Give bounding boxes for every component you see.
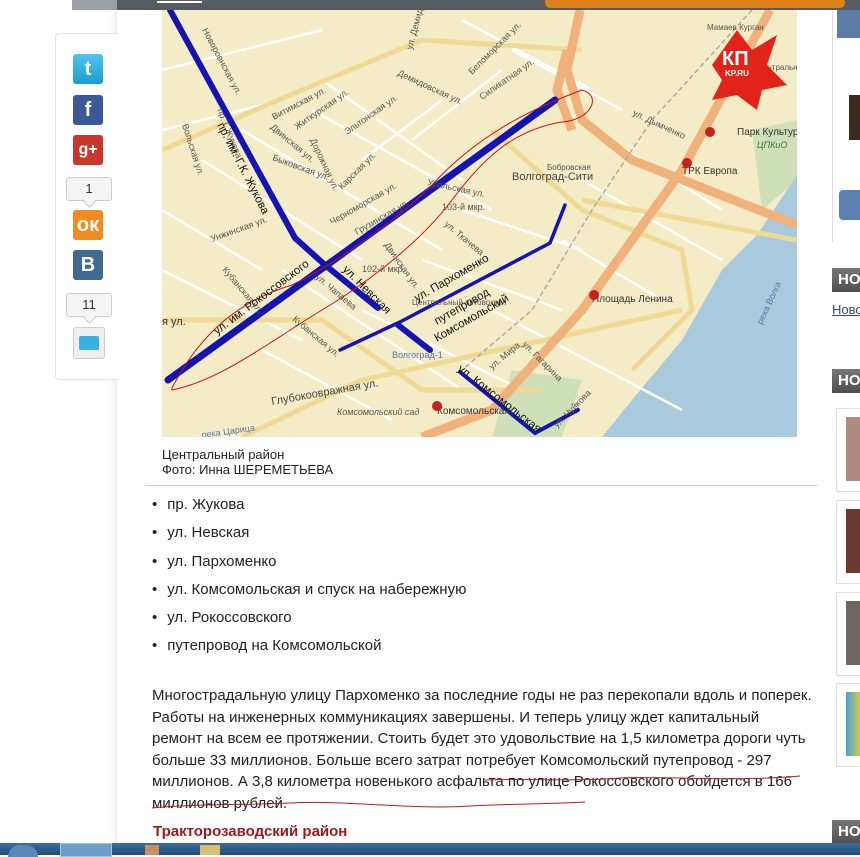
- nav-active-link[interactable]: [157, 1, 202, 3]
- map-label: Волгоград-1: [392, 350, 443, 360]
- facebook-icon[interactable]: f: [73, 95, 103, 125]
- map-label: Волгоград-Сити: [512, 171, 593, 183]
- comments-count: 11: [66, 293, 112, 317]
- sidebar-header: НО: [832, 268, 860, 292]
- start-button[interactable]: [8, 845, 38, 857]
- map-label: Площадь Ленина: [592, 294, 673, 305]
- map-label: Мамаев Курган: [707, 23, 764, 32]
- list-item: ул. Комсомольская и спуск на набережную: [152, 580, 466, 608]
- taskbar-app-icon[interactable]: [145, 845, 159, 855]
- caption-photo-credit: Фото: Инна ШЕРЕМЕТЬЕВА: [162, 462, 334, 477]
- list-item: ул. Невская: [152, 523, 466, 551]
- district-map: Новоровнская ул. пр. Г.Жукова Витимская …: [162, 10, 797, 437]
- sidebar-photo[interactable]: [849, 95, 860, 140]
- nav-orange-button[interactable]: [545, 0, 845, 8]
- sidebar-news-link[interactable]: Новос: [832, 302, 860, 317]
- section-heading: Тракторозаводский район: [153, 823, 348, 840]
- svg-text:КП: КП: [722, 48, 749, 70]
- twitter-icon[interactable]: t: [73, 54, 103, 84]
- social-share-panel: t f g+ 1 ок В 11: [55, 33, 118, 380]
- list-item: ул. Рокоссовского: [152, 608, 466, 636]
- svg-text:KP.RU: KP.RU: [725, 69, 749, 78]
- sidebar-news-item[interactable]: [836, 500, 860, 584]
- handwritten-underline: [151, 775, 801, 809]
- caption-title: Центральный район: [162, 447, 285, 462]
- map-label: я ул.: [162, 316, 186, 328]
- map-label: Парк Культуры: [737, 127, 797, 138]
- vkontakte-icon[interactable]: В: [73, 250, 103, 280]
- map-label: ЦПКиО: [757, 140, 787, 150]
- taskbar-folder-icon[interactable]: [200, 845, 220, 855]
- sidebar-news-item[interactable]: [836, 592, 860, 676]
- sidebar-header: НО: [832, 820, 860, 844]
- map-label: Комсомольская: [437, 406, 510, 417]
- sidebar-news-item[interactable]: [836, 683, 860, 767]
- map-label: Комсомольский сад: [337, 407, 419, 417]
- map-caption: Центральный район Фото: Инна ШЕРЕМЕТЬЕВА: [162, 447, 333, 477]
- top-navigation-bar: [72, 0, 860, 10]
- list-item: путепровод на Комсомольской: [152, 636, 466, 664]
- sidebar-button[interactable]: [839, 190, 860, 220]
- sidebar-news-item[interactable]: [836, 408, 860, 492]
- ok-share-count: 1: [66, 177, 112, 201]
- list-item: ул. Пархоменко: [152, 552, 466, 580]
- odnoklassniki-icon[interactable]: ок: [73, 210, 103, 240]
- divider: [145, 485, 817, 486]
- map-label: 102-й мкр.: [362, 264, 405, 274]
- street-list: пр. Жукова ул. Невская ул. Пархоменко ул…: [152, 495, 466, 665]
- sidebar-header: НО: [832, 369, 860, 393]
- windows-taskbar: [0, 843, 860, 857]
- map-label: ТРК Европа: [682, 166, 738, 177]
- nav-left-tab[interactable]: [72, 0, 117, 10]
- comment-icon[interactable]: [73, 327, 105, 359]
- google-plus-icon[interactable]: g+: [73, 135, 103, 165]
- list-item: пр. Жукова: [152, 495, 466, 523]
- map-label: 103-й мкр.: [442, 202, 485, 212]
- sidebar-thumbnail[interactable]: [837, 10, 860, 38]
